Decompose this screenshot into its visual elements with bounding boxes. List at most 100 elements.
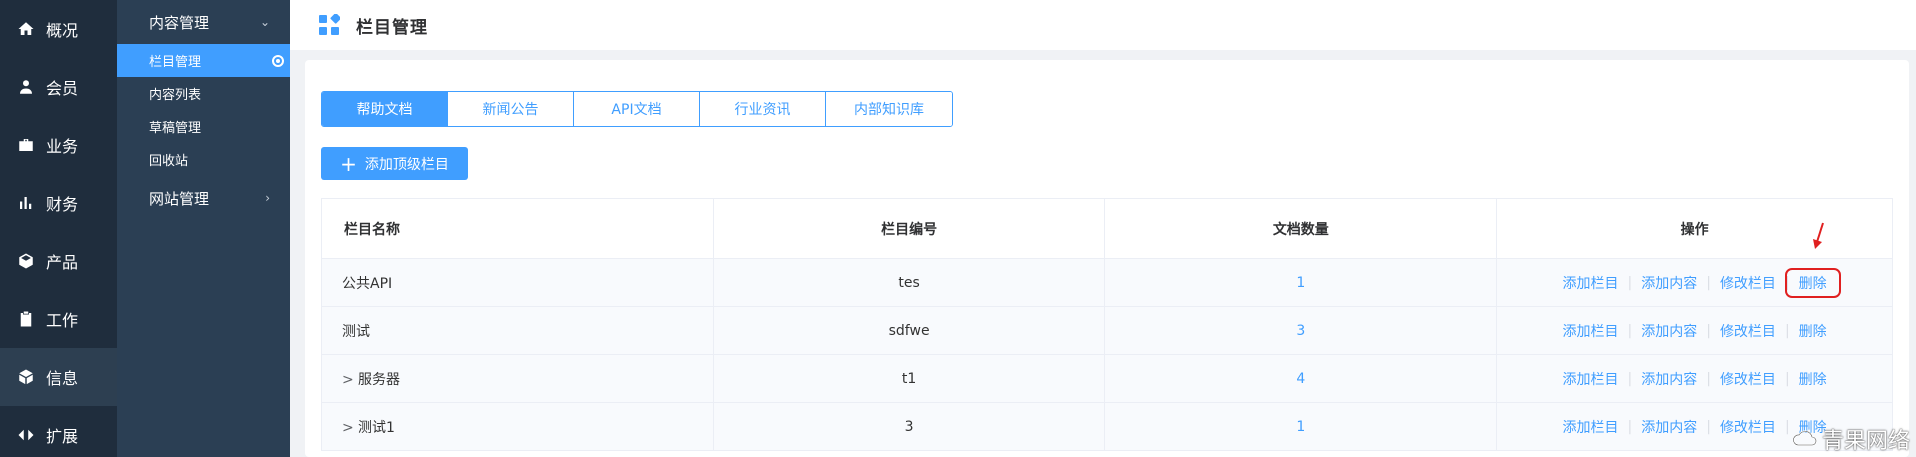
row-name: 服务器: [358, 371, 400, 388]
sidebar-item-label: 回收站: [149, 154, 189, 169]
sidebar-group-label: 网站管理: [149, 189, 210, 208]
add-top-column-button[interactable]: + 添加顶级栏目: [321, 147, 468, 180]
cell-ops: 添加栏目 | 添加内容 | 修改栏目 | 删除: [1496, 306, 1893, 355]
doc-count-link[interactable]: 1: [1296, 419, 1305, 435]
sidebar-item-drafts[interactable]: 草稿管理: [117, 110, 290, 143]
column-table: 栏目名称 栏目编号 文档数量 操作 公共API tes 1 添加栏目 | 添加内容…: [321, 198, 1893, 451]
clipboard-icon: [16, 309, 36, 329]
category-tabs: 帮助文档 新闻公告 API文档 行业资讯 内部知识库: [321, 91, 953, 127]
cell-count: 1: [1104, 258, 1498, 307]
cell-code: sdfwe: [712, 306, 1106, 355]
main-nav: 概况 会员 业务 财务 产品 工作 信息 扩展: [0, 0, 117, 457]
secondary-sidebar: 内容管理 ⌄ 栏目管理 内容列表 草稿管理 回收站 网站管理 ›: [117, 0, 290, 457]
cell-ops: 添加栏目 | 添加内容 | 修改栏目 | 删除: [1496, 258, 1893, 307]
cloud-logo-icon: [1792, 430, 1817, 446]
briefcase-icon: [16, 135, 36, 155]
add-content-link[interactable]: 添加内容: [1632, 369, 1706, 389]
sidebar-item-recycle-bin[interactable]: 回收站: [117, 143, 290, 176]
tab-news[interactable]: 新闻公告: [448, 92, 574, 126]
nav-item-business[interactable]: 业务: [0, 116, 117, 174]
cell-name: 测试: [321, 306, 714, 355]
doc-count-link[interactable]: 4: [1296, 371, 1305, 387]
sidebar-item-label: 内容列表: [149, 88, 202, 103]
table-header-row: 栏目名称 栏目编号 文档数量 操作: [321, 198, 1893, 259]
header-count: 文档数量: [1104, 198, 1498, 259]
tab-api-docs[interactable]: API文档: [574, 92, 700, 126]
table-row: > 测试1 3 1 添加栏目 | 添加内容 | 修改栏目 | 删除: [321, 402, 1893, 451]
edit-column-link[interactable]: 修改栏目: [1711, 273, 1785, 293]
sidebar-group-content[interactable]: 内容管理 ⌄: [117, 0, 290, 44]
watermark-text: 青果网络: [1821, 429, 1910, 454]
nav-item-extensions[interactable]: 扩展: [0, 406, 117, 457]
delete-link[interactable]: 删除: [1784, 267, 1841, 298]
table-row: 公共API tes 1 添加栏目 | 添加内容 | 修改栏目 | 删除: [321, 258, 1893, 307]
watermark: 青果网络: [1792, 423, 1910, 455]
page-title: 栏目管理: [356, 17, 428, 38]
edit-column-link[interactable]: 修改栏目: [1711, 369, 1785, 389]
cell-count: 1: [1104, 402, 1498, 451]
expand-arrow-icon[interactable]: >: [342, 420, 358, 436]
nav-label: 扩展: [46, 427, 79, 446]
sidebar-item-label: 草稿管理: [149, 121, 202, 136]
nav-label: 业务: [46, 137, 79, 156]
separator: |: [1784, 274, 1790, 291]
tab-knowledge-base[interactable]: 内部知识库: [826, 92, 952, 126]
cell-code: t1: [712, 354, 1106, 403]
add-column-link[interactable]: 添加栏目: [1554, 417, 1628, 437]
bar-chart-icon: [16, 193, 36, 213]
cell-code: tes: [712, 258, 1106, 307]
nav-label: 信息: [46, 369, 79, 388]
user-icon: [16, 77, 36, 97]
delete-link[interactable]: 删除: [1790, 321, 1836, 341]
cell-count: 3: [1104, 306, 1498, 355]
add-column-link[interactable]: 添加栏目: [1554, 369, 1628, 389]
cell-count: 4: [1104, 354, 1498, 403]
add-button-label: 添加顶级栏目: [364, 156, 449, 173]
sidebar-item-content-list[interactable]: 内容列表: [117, 77, 290, 110]
arrows-icon: [16, 425, 36, 445]
header-name: 栏目名称: [321, 198, 714, 259]
add-content-link[interactable]: 添加内容: [1632, 273, 1706, 293]
doc-count-link[interactable]: 3: [1296, 323, 1305, 339]
add-column-link[interactable]: 添加栏目: [1554, 321, 1628, 341]
tab-industry-news[interactable]: 行业资讯: [700, 92, 826, 126]
sidebar-item-label: 栏目管理: [149, 55, 202, 70]
cell-name: > 测试1: [321, 402, 714, 451]
nav-item-products[interactable]: 产品: [0, 232, 117, 290]
nav-label: 会员: [46, 79, 79, 98]
chevron-right-icon: ›: [265, 191, 270, 205]
add-column-link[interactable]: 添加栏目: [1554, 273, 1628, 293]
nav-label: 工作: [46, 311, 79, 330]
grid-apps-icon: [318, 14, 340, 36]
delete-link[interactable]: 删除: [1790, 369, 1836, 389]
table-row: 测试 sdfwe 3 添加栏目 | 添加内容 | 修改栏目 | 删除: [321, 306, 1893, 355]
expand-arrow-icon[interactable]: >: [342, 372, 358, 388]
edit-column-link[interactable]: 修改栏目: [1711, 417, 1785, 437]
cell-name: > 服务器: [321, 354, 714, 403]
doc-count-link[interactable]: 1: [1296, 275, 1305, 291]
annotation-arrow-icon: [1813, 222, 1824, 249]
header-code: 栏目编号: [712, 198, 1106, 259]
add-content-link[interactable]: 添加内容: [1632, 417, 1706, 437]
content-card: 帮助文档 新闻公告 API文档 行业资讯 内部知识库 + 添加顶级栏目 栏目名称…: [305, 60, 1909, 457]
nav-item-members[interactable]: 会员: [0, 58, 117, 116]
nav-item-info[interactable]: 信息: [0, 348, 117, 406]
row-name: 测试: [342, 323, 370, 340]
sidebar-group-website[interactable]: 网站管理 ›: [117, 176, 290, 220]
box-icon: [16, 251, 36, 271]
nav-label: 产品: [46, 253, 79, 272]
edit-column-link[interactable]: 修改栏目: [1711, 321, 1785, 341]
home-icon: [16, 19, 36, 39]
tab-help-docs[interactable]: 帮助文档: [322, 92, 448, 126]
nav-label: 财务: [46, 195, 79, 214]
nav-label: 概况: [46, 21, 79, 40]
nav-item-finance[interactable]: 财务: [0, 174, 117, 232]
chevron-down-icon: ⌄: [259, 15, 270, 29]
page-header: 栏目管理: [290, 0, 1916, 50]
nav-item-work[interactable]: 工作: [0, 290, 117, 348]
cell-code: 3: [712, 402, 1106, 451]
sidebar-item-column-manage[interactable]: 栏目管理: [117, 44, 290, 77]
nav-item-overview[interactable]: 概况: [0, 0, 117, 58]
add-content-link[interactable]: 添加内容: [1632, 321, 1706, 341]
plus-icon: +: [340, 151, 357, 176]
